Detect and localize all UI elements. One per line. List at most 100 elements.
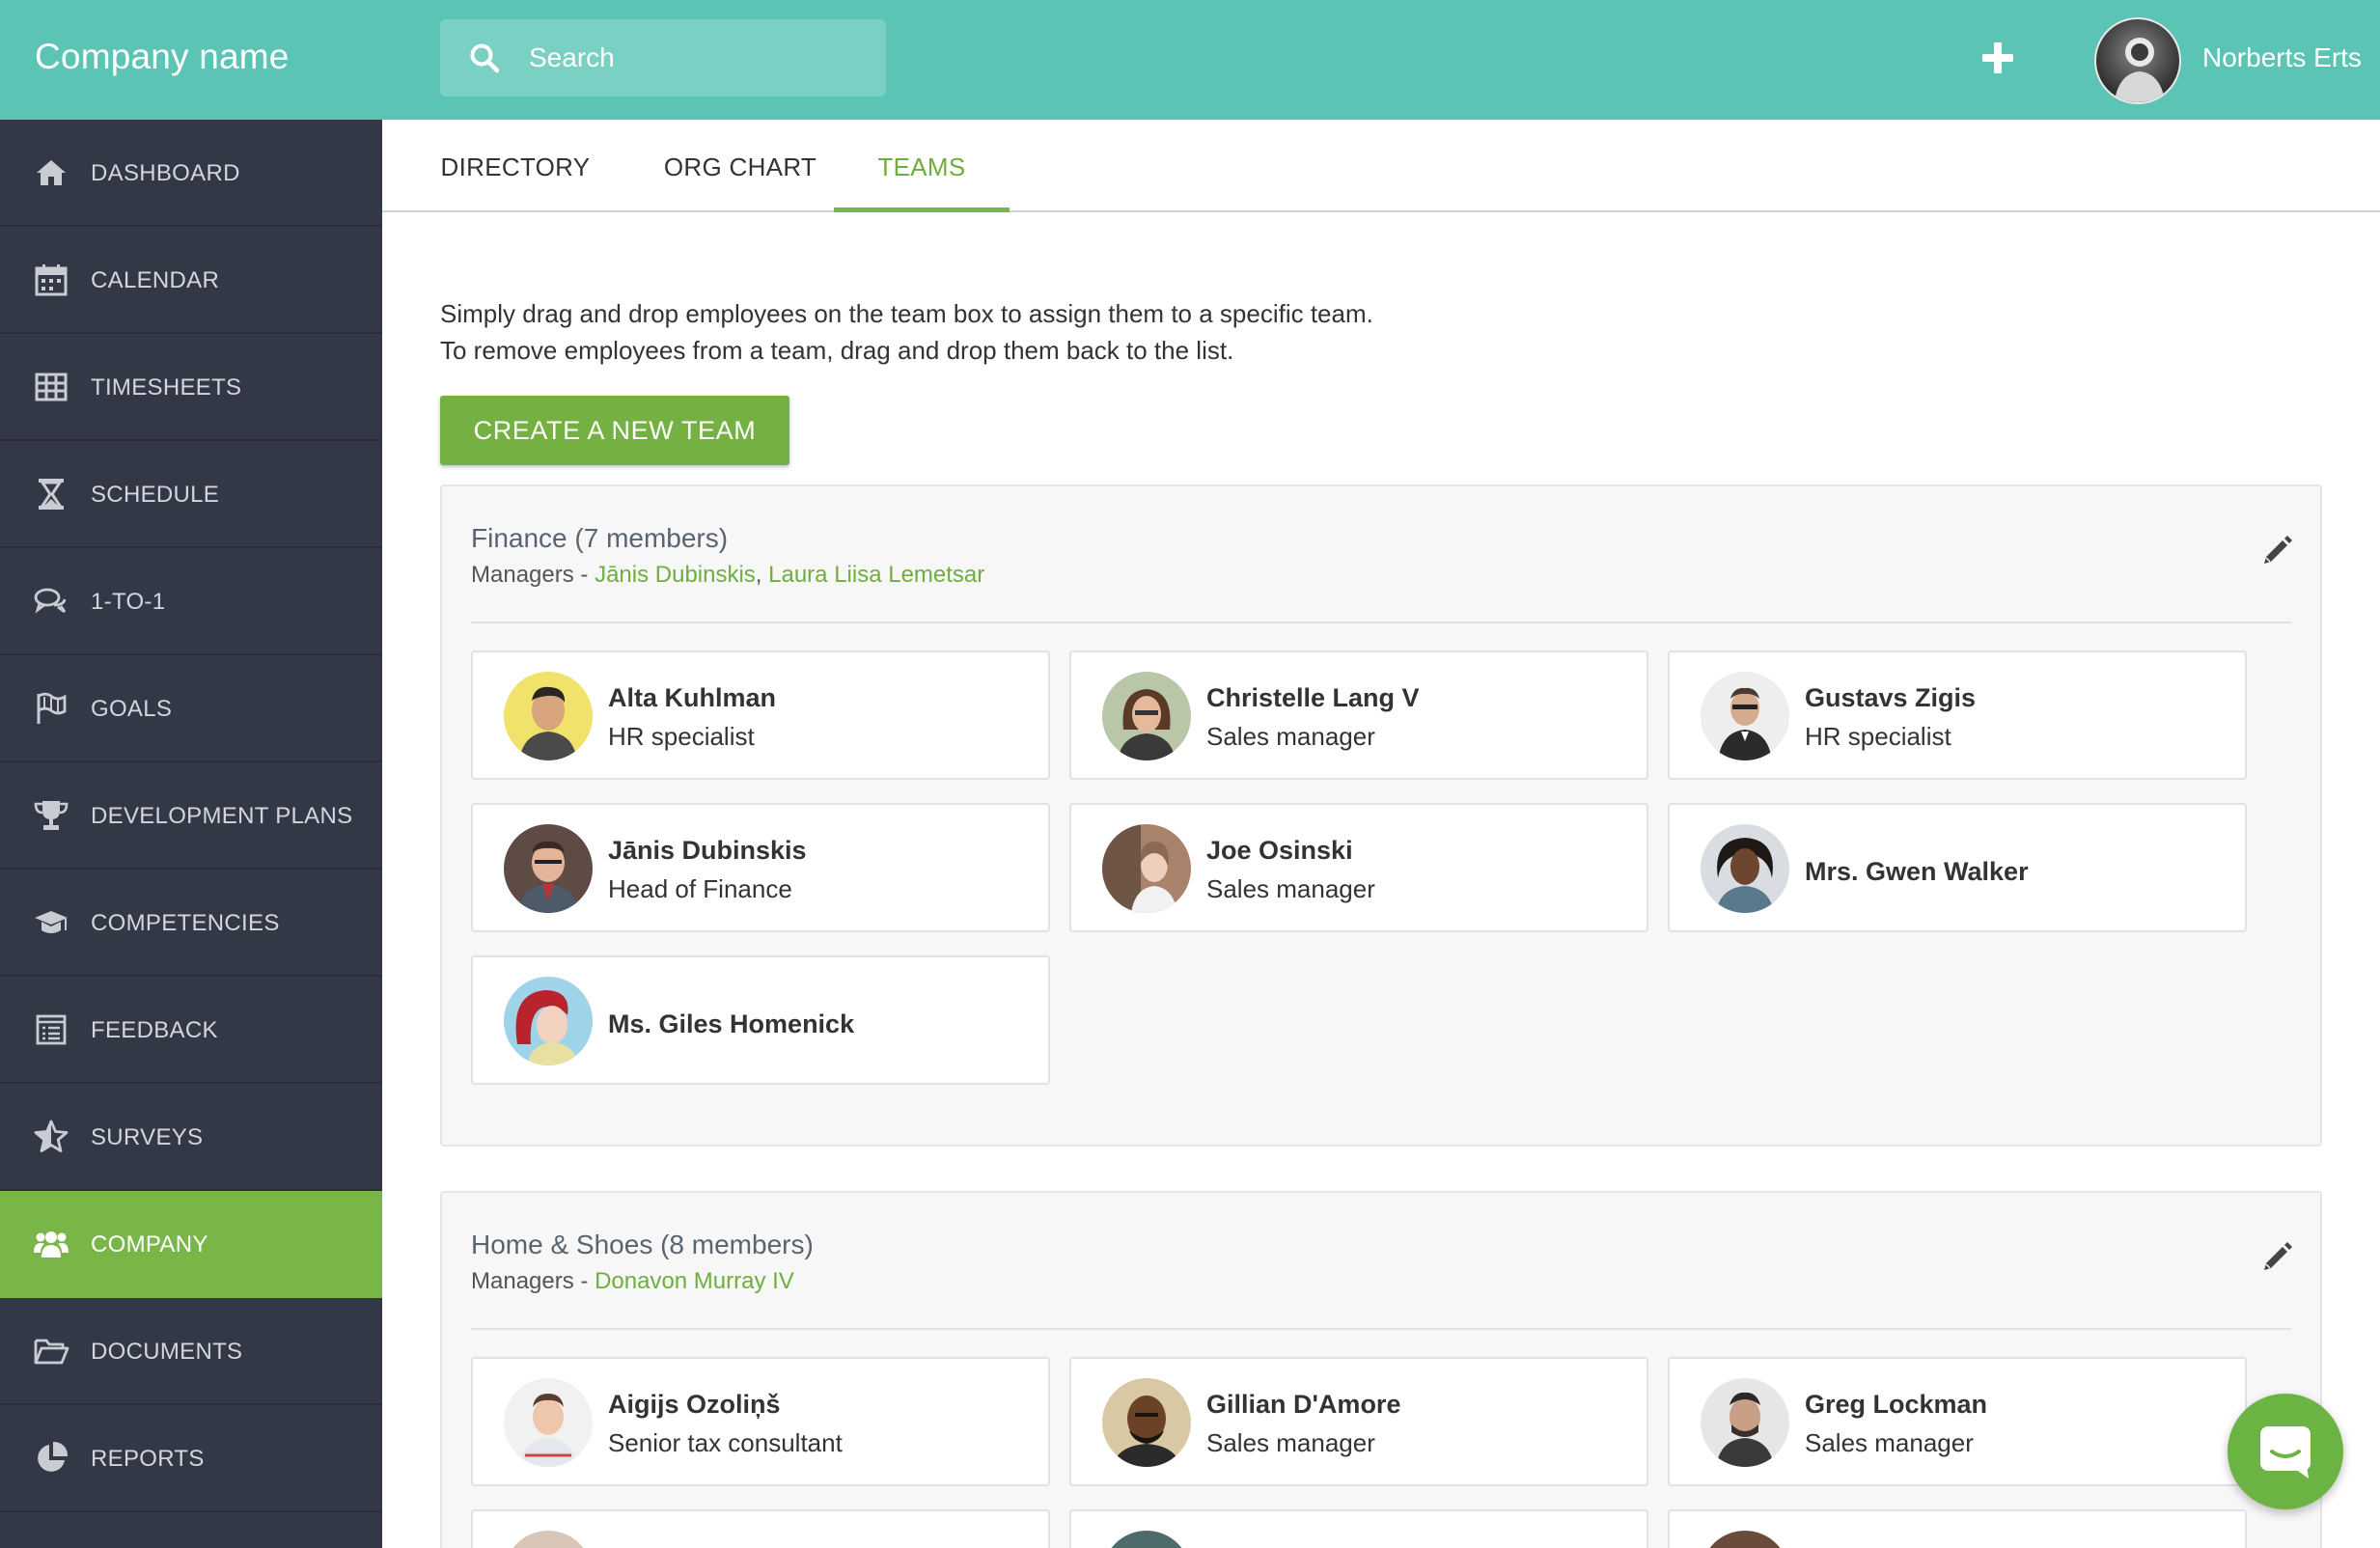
users-icon (34, 1231, 69, 1258)
sidebar-item-label: REPORTS (91, 1446, 205, 1472)
member-card[interactable] (1069, 1509, 1648, 1548)
calendar-icon (35, 264, 68, 296)
member-name: Ms. Giles Homenick (608, 1009, 855, 1038)
feedback-list-icon (36, 1014, 67, 1045)
team-card-home-shoes[interactable]: Home & Shoes (8 members) Managers - Dona… (440, 1191, 2322, 1548)
sidebar-item-label: COMPANY (91, 1231, 208, 1258)
member-name: Jānis Dubinskis (608, 836, 807, 865)
graduation-cap-icon (35, 911, 68, 933)
sidebar: DASHBOARD CALENDAR TIMESHEETS SCHEDULE 1… (0, 120, 382, 1548)
manager-link[interactable]: Donavon Murray IV (595, 1268, 794, 1294)
star-icon (34, 1120, 69, 1152)
member-card[interactable]: Alta Kuhlman HR specialist (471, 650, 1050, 780)
sidebar-item-reports[interactable]: REPORTS (0, 1405, 382, 1512)
trophy-icon (34, 801, 69, 830)
user-name[interactable]: Norberts Erts (2202, 42, 2362, 73)
member-card[interactable]: Gustavs Zigis HR specialist (1668, 650, 2247, 780)
avatar (1102, 1531, 1191, 1548)
manager-link[interactable]: Laura Liisa Lemetsar (768, 562, 984, 588)
managers-prefix: Managers - (471, 562, 595, 588)
chat-launcher-button[interactable] (2228, 1394, 2343, 1509)
avatar (504, 977, 593, 1065)
member-name: Gillian D'Amore (1206, 1390, 1401, 1419)
manager-separator: , (755, 562, 769, 588)
avatar (1102, 1378, 1191, 1467)
sidebar-item-feedback[interactable]: FEEDBACK (0, 977, 382, 1084)
pencil-icon[interactable] (2260, 1239, 2295, 1274)
sidebar-item-goals[interactable]: GOALS (0, 655, 382, 762)
search-box[interactable] (440, 19, 886, 97)
managers-prefix: Managers - (471, 1268, 595, 1294)
avatar (504, 1531, 593, 1548)
search-icon (470, 43, 500, 73)
user-avatar[interactable] (2094, 17, 2181, 104)
team-managers: Managers - Donavon Murray IV (471, 1268, 794, 1295)
sidebar-item-timesheets[interactable]: TIMESHEETS (0, 334, 382, 441)
tab-teams[interactable]: TEAMS (834, 120, 1010, 212)
member-card[interactable]: Christelle Lang V Sales manager (1069, 650, 1648, 780)
member-role: Sales manager (1206, 874, 1375, 903)
manager-link[interactable]: Jānis Dubinskis (595, 562, 756, 588)
member-name: Christelle Lang V (1206, 683, 1420, 712)
sidebar-item-dashboard[interactable]: DASHBOARD (0, 120, 382, 227)
sidebar-item-surveys[interactable]: SURVEYS (0, 1084, 382, 1191)
sidebar-item-label: COMPETENCIES (91, 910, 280, 936)
member-card[interactable]: Greg Lockman Sales manager (1668, 1357, 2247, 1486)
member-role: Sales manager (1805, 1428, 1974, 1457)
create-team-button[interactable]: CREATE A NEW TEAM (440, 396, 789, 465)
member-role: Senior tax consultant (608, 1428, 843, 1457)
sidebar-item-development-plans[interactable]: DEVELOPMENT PLANS (0, 762, 382, 870)
sidebar-item-label: DOCUMENTS (91, 1339, 243, 1365)
search-input[interactable] (529, 37, 857, 79)
avatar (1701, 1531, 1789, 1548)
sidebar-item-1-to-1[interactable]: 1-TO-1 (0, 548, 382, 655)
add-icon[interactable] (1979, 39, 2017, 77)
member-name: Joe Osinski (1206, 836, 1353, 865)
pencil-icon[interactable] (2260, 533, 2295, 567)
avatar (504, 1378, 593, 1467)
sidebar-item-schedule[interactable]: SCHEDULE (0, 441, 382, 548)
sidebar-item-label: SCHEDULE (91, 482, 220, 508)
sidebar-item-label: DEVELOPMENT PLANS (91, 803, 353, 829)
company-brand[interactable]: Company name (35, 37, 290, 77)
avatar (1701, 824, 1789, 913)
sidebar-item-label: CALENDAR (91, 267, 220, 293)
member-name: Aigijs Ozoliņš (608, 1390, 781, 1419)
member-card[interactable]: Aigijs Ozoliņš Senior tax consultant (471, 1357, 1050, 1486)
instructions: Simply drag and drop employees on the te… (440, 295, 1373, 369)
tab-directory[interactable]: DIRECTORY (429, 120, 602, 212)
sidebar-item-calendar[interactable]: CALENDAR (0, 227, 382, 334)
instruction-line-1: Simply drag and drop employees on the te… (440, 299, 1373, 328)
member-card[interactable] (1668, 1509, 2247, 1548)
member-card[interactable]: Joe Osinski Sales manager (1069, 803, 1648, 932)
chat-icon (2260, 1426, 2311, 1479)
sidebar-item-label: 1-TO-1 (91, 589, 166, 615)
avatar (504, 824, 593, 913)
avatar (1701, 1378, 1789, 1467)
member-name: Alta Kuhlman (608, 683, 777, 712)
sidebar-item-competencies[interactable]: COMPETENCIES (0, 870, 382, 977)
tab-org-chart[interactable]: ORG CHART (637, 120, 844, 212)
member-name: Mrs. Gwen Walker (1805, 857, 2029, 886)
instruction-line-2: To remove employees from a team, drag an… (440, 336, 1234, 365)
team-divider (471, 1328, 2291, 1330)
member-name: Greg Lockman (1805, 1390, 1988, 1419)
member-card[interactable]: Gillian D'Amore Sales manager (1069, 1357, 1648, 1486)
sidebar-item-label: DASHBOARD (91, 160, 240, 186)
member-card[interactable]: Ms. Giles Homenick (471, 955, 1050, 1085)
avatar (504, 672, 593, 760)
sidebar-item-label: GOALS (91, 696, 173, 722)
pie-chart-icon (38, 1441, 69, 1472)
member-card[interactable]: Mrs. Gwen Walker (1668, 803, 2247, 932)
team-title: Finance (7 members) (471, 523, 729, 553)
top-bar: Company name Norberts Erts (0, 0, 2380, 120)
sidebar-item-documents[interactable]: DOCUMENTS (0, 1298, 382, 1405)
sidebar-item-label: SURVEYS (91, 1124, 204, 1150)
member-card[interactable] (471, 1509, 1050, 1548)
tab-bar: DIRECTORY ORG CHART TEAMS (382, 120, 2380, 212)
sidebar-item-company[interactable]: COMPANY (0, 1191, 382, 1298)
member-role: Head of Finance (608, 874, 792, 903)
team-card-finance[interactable]: Finance (7 members) Managers - Jānis Dub… (440, 484, 2322, 1147)
avatar (1701, 672, 1789, 760)
member-card[interactable]: Jānis Dubinskis Head of Finance (471, 803, 1050, 932)
